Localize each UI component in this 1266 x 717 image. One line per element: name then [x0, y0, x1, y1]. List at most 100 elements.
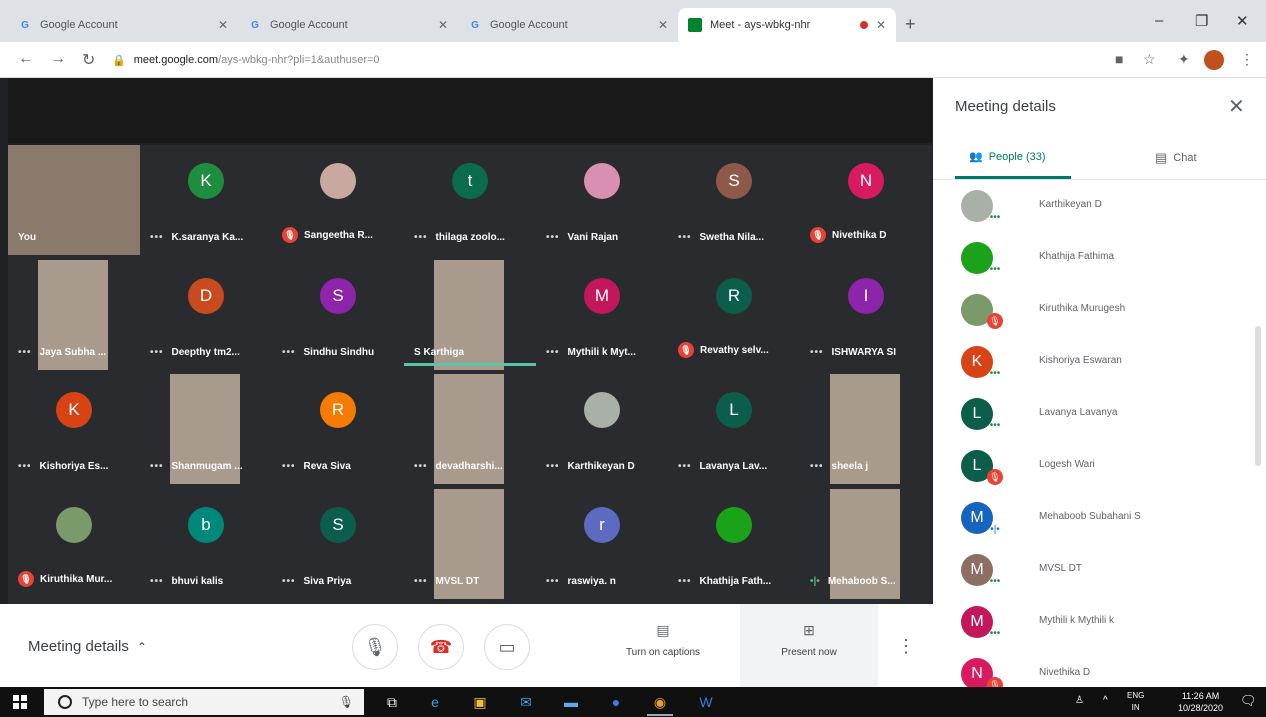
more-options-icon[interactable]: •••: [678, 461, 692, 472]
store-icon[interactable]: ▣: [470, 692, 490, 712]
participant-tile[interactable]: M ••• Mythili k Myt...: [536, 260, 668, 370]
language-indicator[interactable]: ENG IN: [1127, 690, 1144, 714]
browser-tab[interactable]: G Google Account ✕: [458, 8, 678, 42]
clock[interactable]: 11:26 AM 10/28/2020: [1178, 690, 1223, 714]
people-list-item[interactable]: ••• Karthikeyan D: [933, 181, 1266, 233]
url-field[interactable]: 🔒 meet.google.com/ays-wbkg-nhr?pli=1&aut…: [112, 48, 1112, 72]
more-options-icon[interactable]: •••: [414, 576, 428, 587]
more-options-icon[interactable]: •••: [282, 347, 296, 358]
more-options-icon[interactable]: •••: [150, 232, 164, 243]
people-list-item[interactable]: ••• Khathija Fathima: [933, 233, 1266, 285]
explorer-icon[interactable]: ▬: [561, 692, 581, 712]
participant-tile[interactable]: R 🎙 Revathy selv...: [668, 260, 800, 370]
participant-tile[interactable]: ••• Karthikeyan D: [536, 374, 668, 484]
back-icon[interactable]: ←: [18, 50, 34, 68]
extensions-icon[interactable]: ✦: [1178, 51, 1190, 68]
close-icon[interactable]: ✕: [438, 18, 448, 32]
people-list-item[interactable]: N 🎙 Nivethika D: [933, 649, 1266, 687]
people-list-item[interactable]: M ••• Mythili k Mythili k: [933, 597, 1266, 649]
leave-call-button[interactable]: ☎: [418, 624, 464, 670]
more-options-icon[interactable]: •••: [282, 576, 296, 587]
browser-tab[interactable]: G Google Account ✕: [8, 8, 238, 42]
more-options-icon[interactable]: •••: [150, 576, 164, 587]
participant-tile[interactable]: ••• MVSL DT: [404, 489, 536, 599]
captions-button[interactable]: ▤ Turn on captions: [608, 622, 718, 658]
people-list-item[interactable]: L ••• Lavanya Lavanya: [933, 389, 1266, 441]
people-list-item[interactable]: M •|• Mehaboob Subahani S: [933, 493, 1266, 545]
windows-start-icon[interactable]: [13, 695, 27, 709]
participant-tile[interactable]: 🎙 Kiruthika Mur...: [8, 489, 140, 599]
more-options-icon[interactable]: •••: [678, 232, 692, 243]
microphone-icon[interactable]: 🎙: [339, 695, 354, 709]
notification-icon[interactable]: 🗨: [1240, 693, 1257, 709]
more-options-icon[interactable]: •••: [810, 347, 824, 358]
close-window-icon[interactable]: ✕: [1236, 12, 1249, 30]
participant-tile[interactable]: S Karthiga: [404, 260, 536, 370]
minimize-icon[interactable]: –: [1155, 12, 1163, 29]
restore-icon[interactable]: ❐: [1195, 12, 1208, 30]
camera-indicator-icon[interactable]: ■: [1115, 51, 1123, 67]
participant-tile[interactable]: D ••• Deepthy tm2...: [140, 260, 272, 370]
camera-button[interactable]: ▭: [484, 624, 530, 670]
tab-people[interactable]: 👥 People (33): [969, 150, 1046, 164]
scrollbar[interactable]: [1255, 326, 1261, 466]
more-options-icon[interactable]: ⋮: [897, 636, 915, 657]
participant-tile[interactable]: ••• Shanmugam ...: [140, 374, 272, 484]
participant-tile[interactable]: ••• Khathija Fath...: [668, 489, 800, 599]
participant-tile[interactable]: ••• devadharshi...: [404, 374, 536, 484]
participant-tile[interactable]: You: [8, 145, 140, 255]
participant-tile[interactable]: K ••• Kishoriya Es...: [8, 374, 140, 484]
more-options-icon[interactable]: •••: [546, 347, 560, 358]
more-options-icon[interactable]: •••: [150, 347, 164, 358]
new-tab-icon[interactable]: +: [905, 14, 916, 35]
browser-tab-active[interactable]: Meet - ays-wbkg-nhr ✕: [678, 8, 896, 42]
participant-tile[interactable]: R ••• Reva Siva: [272, 374, 404, 484]
more-options-icon[interactable]: •••: [282, 461, 296, 472]
close-icon[interactable]: ✕: [876, 18, 886, 32]
chevron-up-icon[interactable]: ^: [1103, 695, 1108, 706]
participant-tile[interactable]: S ••• Swetha Nila...: [668, 145, 800, 255]
close-icon[interactable]: ✕: [658, 18, 668, 32]
more-options-icon[interactable]: •••: [546, 461, 560, 472]
participant-tile[interactable]: ••• Jaya Subha ...: [8, 260, 140, 370]
people-tray-icon[interactable]: ♙: [1075, 695, 1084, 706]
participant-tile[interactable]: ••• Vani Rajan: [536, 145, 668, 255]
participant-tile[interactable]: •|• Mehaboob S...: [800, 489, 932, 599]
reload-icon[interactable]: ↻: [82, 50, 95, 70]
word-icon[interactable]: W: [696, 692, 716, 712]
taskbar-search[interactable]: Type here to search 🎙: [44, 689, 364, 715]
more-options-icon[interactable]: •••: [414, 461, 428, 472]
more-options-icon[interactable]: •••: [678, 576, 692, 587]
more-options-icon[interactable]: •••: [150, 461, 164, 472]
participant-tile[interactable]: r ••• raswiya. n: [536, 489, 668, 599]
participant-tile[interactable]: I ••• ISHWARYA SI: [800, 260, 932, 370]
more-options-icon[interactable]: •••: [546, 576, 560, 587]
people-list-item[interactable]: K ••• Kishoriya Eswaran: [933, 337, 1266, 389]
present-now-button[interactable]: ⊞ Present now: [754, 622, 864, 658]
profile-avatar[interactable]: [1204, 50, 1224, 70]
zoom-icon[interactable]: ●: [606, 692, 626, 712]
people-list-item[interactable]: M ••• MVSL DT: [933, 545, 1266, 597]
tab-chat[interactable]: ▤ Chat: [1155, 150, 1197, 166]
mail-icon[interactable]: ✉: [516, 692, 536, 712]
edge-icon[interactable]: e: [425, 692, 445, 712]
forward-icon[interactable]: →: [50, 50, 66, 68]
meeting-details-button[interactable]: Meeting details ⌃: [28, 638, 147, 655]
close-icon[interactable]: ✕: [218, 18, 228, 32]
task-view-icon[interactable]: ⧉: [382, 692, 402, 712]
participant-tile[interactable]: K ••• K.saranya Ka...: [140, 145, 272, 255]
more-options-icon[interactable]: •••: [414, 232, 428, 243]
microphone-button[interactable]: 🎙: [352, 624, 398, 670]
menu-icon[interactable]: ⋮: [1240, 51, 1254, 68]
bookmark-star-icon[interactable]: ☆: [1143, 51, 1156, 68]
more-options-icon[interactable]: •••: [18, 461, 32, 472]
more-options-icon[interactable]: •••: [18, 347, 32, 358]
people-list-item[interactable]: L 🎙 Logesh Wari: [933, 441, 1266, 493]
chrome-icon[interactable]: ◉: [650, 692, 670, 712]
participant-tile[interactable]: ••• sheela j: [800, 374, 932, 484]
close-icon[interactable]: ✕: [1228, 94, 1245, 119]
browser-tab[interactable]: G Google Account ✕: [238, 8, 458, 42]
participant-tile[interactable]: N 🎙 Nivethika D: [800, 145, 932, 255]
participant-tile[interactable]: L ••• Lavanya Lav...: [668, 374, 800, 484]
people-list-item[interactable]: 🎙 Kiruthika Murugesh: [933, 285, 1266, 337]
